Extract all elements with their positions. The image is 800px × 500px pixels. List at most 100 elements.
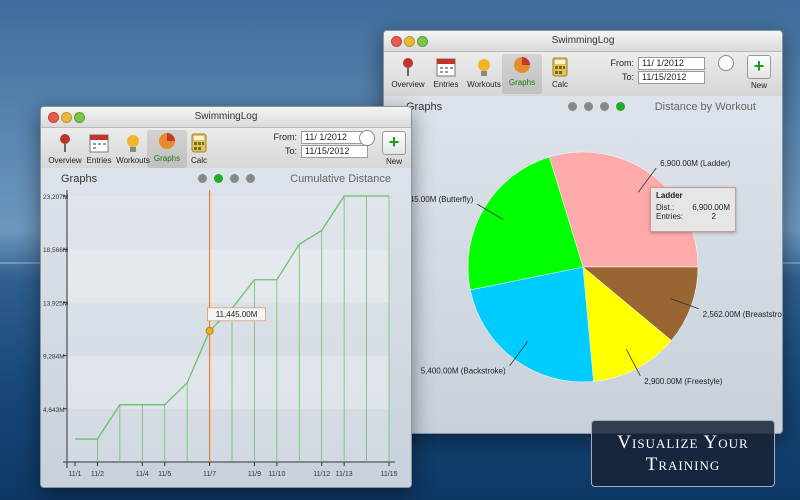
calc-label: Calc [551,80,568,89]
workouts-button[interactable]: Workouts [464,56,504,89]
page-dot-2[interactable] [584,102,593,111]
pie-chart: 6,900.00M (Ladder) 2,562.00M (Breaststrok… [399,151,782,386]
graphs-label: Graphs [508,78,536,87]
new-button[interactable]: + New [746,55,772,95]
tooltip-title: Ladder [656,191,683,200]
plus-icon: + [747,55,771,79]
window-title: SwimmingLog [194,111,258,122]
graph-panel: Graphs Distance by Workout 6,900.00M (La… [384,96,782,433]
graph-name: Distance by Workout [654,101,756,113]
y-tick-label: 13,925M [43,300,68,307]
entries-label: Entries [433,80,459,89]
minimize-button[interactable] [404,36,415,47]
x-tick-label: 11/9 [248,471,261,478]
new-button[interactable]: + New [381,131,407,171]
overview-label: Overview [48,156,82,165]
to-date-field[interactable]: 11/15/2012 [301,144,368,158]
page-dot-4[interactable] [616,102,625,111]
pie-chart-icon [156,130,178,152]
pie-chart-icon [511,54,533,76]
to-label: To: [284,146,297,156]
banner-line-1: Visualize Your [617,432,749,453]
graph-page-dots [198,174,255,183]
pushpin-icon [54,132,76,154]
new-label: New [385,157,402,166]
grid-band [67,355,389,409]
x-tick-label: 11/4 [136,471,149,478]
pushpin-icon [397,56,419,78]
calc-button[interactable]: Calc [540,56,580,89]
zoom-button[interactable] [74,112,85,123]
page-dot-1[interactable] [568,102,577,111]
y-tick-label: 18,566M [43,247,68,254]
page-dot-3[interactable] [230,174,239,183]
x-tick-label: 11/2 [91,471,104,478]
x-tick-label: 11/1 [68,471,81,478]
y-tick-label: 4,643M [43,407,65,414]
date-stepper[interactable] [359,130,375,146]
pie-slice-label: 2,562.00M (Breaststroke) [703,310,782,319]
from-date-field[interactable]: 11/ 1/2012 [638,56,705,70]
close-button[interactable] [48,112,59,123]
banner-line-2: Training [645,454,721,475]
window-title: SwimmingLog [551,35,615,46]
lightbulb-icon [473,56,495,78]
cursor-tooltip-label: 11,445.00M [216,310,258,319]
tooltip-entries-value: 2 [711,212,716,221]
graphs-button[interactable]: Graphs [502,54,542,94]
title-bar[interactable]: SwimmingLog [384,31,782,52]
calc-label: Calc [190,156,207,165]
page-dot-4[interactable] [246,174,255,183]
cumulative-line-chart: 4,643M 9,284M 13,925M 18,566M 23,207M 11/1 11/… [43,190,398,478]
date-range: From: 11/ 1/2012 To: 11/15/2012 [608,56,705,84]
title-bar[interactable]: SwimmingLog [41,107,411,128]
promo-banner: Visualize Your Training [591,420,775,487]
entries-label: Entries [86,156,112,165]
x-tick-label: 11/13 [336,471,353,478]
from-date-field[interactable]: 11/ 1/2012 [301,130,368,144]
pie-slice-label: 2,900.00M (Freestyle) [644,377,723,386]
front-window: SwimmingLog Overview Entries Workouts Gr… [40,106,412,488]
new-label: New [750,81,767,90]
date-stepper[interactable] [718,55,734,71]
pie-slice-label: 6,900.00M (Ladder) [660,159,731,168]
grid-band [67,408,389,462]
cursor-tooltip: 11,445.00M [207,307,266,322]
page-dot-2[interactable] [214,174,223,183]
x-tick-label: 11/7 [203,471,216,478]
page-dot-1[interactable] [198,174,207,183]
workouts-label: Workouts [467,80,501,89]
tooltip-entries-label: Entries: [656,212,684,221]
pie-slice-label: 5,400.00M (Backstroke) [421,367,506,376]
from-label: From: [273,132,298,142]
plus-icon: + [382,131,406,155]
calendar-icon [435,56,457,78]
panel-title: Graphs [61,173,98,185]
close-button[interactable] [391,36,402,47]
entries-button[interactable]: Entries [426,56,466,89]
to-date-field[interactable]: 11/15/2012 [638,70,705,84]
calc-button[interactable]: Calc [179,132,219,165]
tooltip-dist-value: 6,900.00M [692,203,730,212]
calendar-icon [88,132,110,154]
page-dot-3[interactable] [600,102,609,111]
calculator-icon [188,132,210,154]
y-tick-label: 9,284M [43,354,65,361]
from-label: From: [610,58,635,68]
minimize-button[interactable] [61,112,72,123]
x-tick-label: 11/12 [313,471,330,478]
x-tick-label: 11/10 [268,471,285,478]
overview-button[interactable]: Overview [388,56,428,89]
x-tick-label: 11/5 [158,471,171,478]
cursor-marker [205,326,214,335]
lightbulb-icon [122,132,144,154]
overview-label: Overview [391,80,425,89]
graphs-label: Graphs [153,154,181,163]
zoom-button[interactable] [417,36,428,47]
back-window: SwimmingLog Overview Entries Workouts Gr… [383,30,783,434]
graph-name: Cumulative Distance [290,173,391,185]
to-label: To: [621,72,634,82]
graph-panel: Graphs Cumulative Distance 4,643M 9,284M 1… [41,168,411,487]
graph-page-dots [568,102,625,111]
tooltip-dist-label: Dist.: [656,203,675,212]
